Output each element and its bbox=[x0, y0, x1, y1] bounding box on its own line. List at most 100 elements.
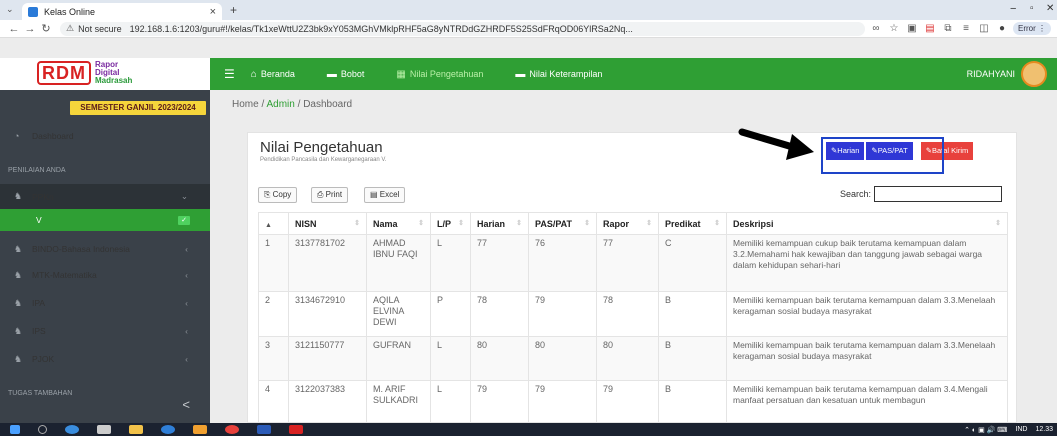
nav-nilai-pengetahuan[interactable]: ▦ Nilai Pengetahuan bbox=[396, 69, 483, 80]
sort-icon: ⇕ bbox=[418, 219, 424, 227]
tab-list-icon[interactable]: ⌄ bbox=[6, 4, 14, 15]
breadcrumb-separator: / bbox=[261, 99, 265, 110]
breadcrumb-admin[interactable]: Admin bbox=[266, 99, 294, 110]
profile-icon[interactable]: ● bbox=[995, 23, 1009, 34]
copy-button[interactable]: ⎘ Copy bbox=[258, 187, 298, 203]
window-maximize-button[interactable]: ▫ bbox=[1030, 3, 1034, 14]
cell-deskripsi: Memiliki kemampuan cukup baik terutama k… bbox=[726, 234, 1008, 292]
excel-button[interactable]: ▤ Excel bbox=[364, 187, 406, 203]
nilai-table: ▲ NISN ⇕ Nama ⇕ L/P ⇕ Harian ⇕ PAS/PAT ⇕ Rapo… bbox=[258, 212, 1008, 425]
app-icon[interactable] bbox=[193, 425, 207, 434]
sidebar-item-ppkn[interactable]: ♞ PPKn ⌄ bbox=[0, 184, 210, 209]
favicon-icon bbox=[28, 6, 38, 17]
word-icon[interactable] bbox=[257, 425, 271, 434]
col-header-no[interactable]: ▲ bbox=[258, 212, 289, 235]
cell-predikat: B bbox=[658, 336, 727, 381]
table-row[interactable]: 3 3121150777 GUFRAN L 80 80 80 B Memilik… bbox=[258, 336, 1008, 381]
extension-icon[interactable]: ▣ bbox=[905, 23, 919, 34]
search-icon[interactable] bbox=[38, 425, 47, 434]
col-header-lp[interactable]: L/P ⇕ bbox=[430, 212, 471, 235]
table-row[interactable]: 1 3137781702 AHMAD IBNU FAQI L 77 76 77 … bbox=[258, 234, 1008, 292]
tray-icons[interactable]: ⌃ ◐ ▣ 🔊 ⌨ bbox=[964, 426, 1007, 434]
cell-lp: L bbox=[430, 336, 471, 381]
error-button[interactable]: Error ⋮ bbox=[1012, 22, 1051, 35]
sidebar-item-label: PJOK bbox=[32, 354, 55, 364]
chrome-icon[interactable] bbox=[225, 425, 239, 434]
hamburger-menu-icon[interactable]: ☰ bbox=[224, 67, 235, 81]
cell-no: 4 bbox=[258, 380, 289, 425]
start-icon[interactable] bbox=[10, 425, 20, 434]
app-logo[interactable]: RDM Rapor Digital Madrasah bbox=[37, 61, 132, 85]
chevron-left-icon: ‹ bbox=[185, 270, 188, 280]
cell-nisn: 3122037383 bbox=[288, 380, 367, 425]
sidebar-item-pjok[interactable]: ♞ PJOK ‹ bbox=[0, 348, 210, 370]
bookmark-star-icon[interactable]: ☆ bbox=[887, 23, 901, 34]
sidebar-item-mtk[interactable]: ♞ MTK-Matematika ‹ bbox=[0, 264, 210, 286]
page-title: Nilai Pengetahuan bbox=[260, 139, 383, 156]
breadcrumb-home[interactable]: Home bbox=[232, 99, 259, 110]
table-row[interactable]: 4 3122037383 M. ARIF SULKADRI L 79 79 79… bbox=[258, 380, 1008, 425]
window-close-button[interactable]: ✕ bbox=[1046, 3, 1054, 14]
cell-rapor: 79 bbox=[596, 380, 659, 425]
dashboard-icon: ◔ bbox=[14, 131, 20, 141]
cell-no: 3 bbox=[258, 336, 289, 381]
sidebar-item-bindo[interactable]: ♞ BINDO-Bahasa Indonesia ‹ bbox=[0, 238, 210, 260]
nav-bobot[interactable]: ▬ Bobot bbox=[327, 69, 365, 80]
search-input[interactable] bbox=[874, 186, 1002, 202]
puzzle-icon[interactable]: ⧉ bbox=[941, 23, 955, 34]
col-header-deskripsi[interactable]: Deskripsi ⇕ bbox=[726, 212, 1008, 235]
back-arrow-icon[interactable]: ← bbox=[6, 23, 22, 35]
col-header-nama[interactable]: Nama ⇕ bbox=[366, 212, 431, 235]
media-icon[interactable]: ≡ bbox=[959, 23, 973, 34]
store-icon[interactable] bbox=[97, 425, 111, 434]
print-button[interactable]: ⎙ Print bbox=[311, 187, 349, 203]
sidebar-item-ips[interactable]: ♞ IPS ‹ bbox=[0, 320, 210, 342]
sidebar-item-label: IPS bbox=[32, 326, 46, 336]
sidebar-item-ipa[interactable]: ♞ IPA ‹ bbox=[0, 292, 210, 314]
tab-close-icon[interactable]: × bbox=[210, 6, 216, 18]
sidebar-item-label: IPA bbox=[32, 298, 46, 308]
share-icon[interactable]: ∞ bbox=[869, 23, 883, 34]
sidebar-item-dashboard[interactable]: ◔ Dashboard bbox=[0, 128, 210, 144]
address-bar[interactable]: ⚠ Not secure 192.168.1.6:1203/guru#!/kel… bbox=[60, 21, 865, 36]
table-header-row: ▲ NISN ⇕ Nama ⇕ L/P ⇕ Harian ⇕ PAS/PAT ⇕ Rapo… bbox=[258, 212, 1008, 235]
sidepanel-icon[interactable]: ◫ bbox=[977, 23, 991, 34]
sidebar-item-v[interactable]: V ✓ bbox=[0, 209, 210, 231]
user-avatar[interactable] bbox=[1021, 61, 1047, 87]
chevron-left-icon: ‹ bbox=[185, 354, 188, 364]
browser-tab[interactable]: Kelas Online × bbox=[22, 3, 222, 20]
cell-deskripsi: Memiliki kemampuan baik terutama kemampu… bbox=[726, 291, 1008, 337]
table-row[interactable]: 2 3134672910 AQILA ELVINA DEWI P 78 79 7… bbox=[258, 291, 1008, 337]
clock[interactable]: 12.33 bbox=[1035, 426, 1053, 433]
cell-lp: L bbox=[430, 234, 471, 292]
group-icon: ♞ bbox=[14, 243, 23, 254]
language-indicator[interactable]: IND bbox=[1015, 426, 1027, 433]
col-header-label: Harian bbox=[477, 218, 506, 229]
col-header-nisn[interactable]: NISN ⇕ bbox=[288, 212, 367, 235]
col-header-harian[interactable]: Harian ⇕ bbox=[470, 212, 529, 235]
breadcrumb: Home / Admin / Dashboard bbox=[232, 99, 352, 110]
cell-deskripsi: Memiliki kemampuan baik terutama kemampu… bbox=[726, 336, 1008, 381]
user-name[interactable]: RIDAHYANI bbox=[967, 69, 1015, 79]
new-tab-button[interactable]: + bbox=[230, 3, 237, 17]
edge-icon[interactable] bbox=[65, 425, 79, 434]
nav-beranda[interactable]: ⌂ Beranda bbox=[251, 69, 295, 80]
cell-predikat: B bbox=[658, 291, 727, 337]
nav-nilai-keterampilan[interactable]: ▬ Nilai Keterampilan bbox=[515, 69, 602, 80]
cell-harian: 78 bbox=[470, 291, 529, 337]
window-minimize-button[interactable]: − bbox=[1010, 3, 1016, 15]
extension-red-icon[interactable]: ▤ bbox=[923, 23, 937, 34]
forward-arrow-icon[interactable]: → bbox=[22, 23, 38, 35]
sort-asc-icon: ▲ bbox=[265, 221, 272, 229]
ie-icon[interactable] bbox=[161, 425, 175, 434]
youtube-icon[interactable] bbox=[289, 425, 303, 434]
col-header-pas-pat[interactable]: PAS/PAT ⇕ bbox=[528, 212, 597, 235]
sort-icon: ⇕ bbox=[995, 219, 1001, 227]
col-header-predikat[interactable]: Predikat ⇕ bbox=[658, 212, 727, 235]
sort-icon: ⇕ bbox=[714, 219, 720, 227]
folder-icon[interactable] bbox=[129, 425, 143, 434]
chart-icon: ▬ bbox=[515, 68, 526, 80]
col-header-rapor[interactable]: Rapor ⇕ bbox=[596, 212, 659, 235]
system-tray: ⌃ ◐ ▣ 🔊 ⌨ IND 12.33 bbox=[956, 423, 1053, 436]
reload-icon[interactable]: ↻ bbox=[38, 22, 54, 35]
